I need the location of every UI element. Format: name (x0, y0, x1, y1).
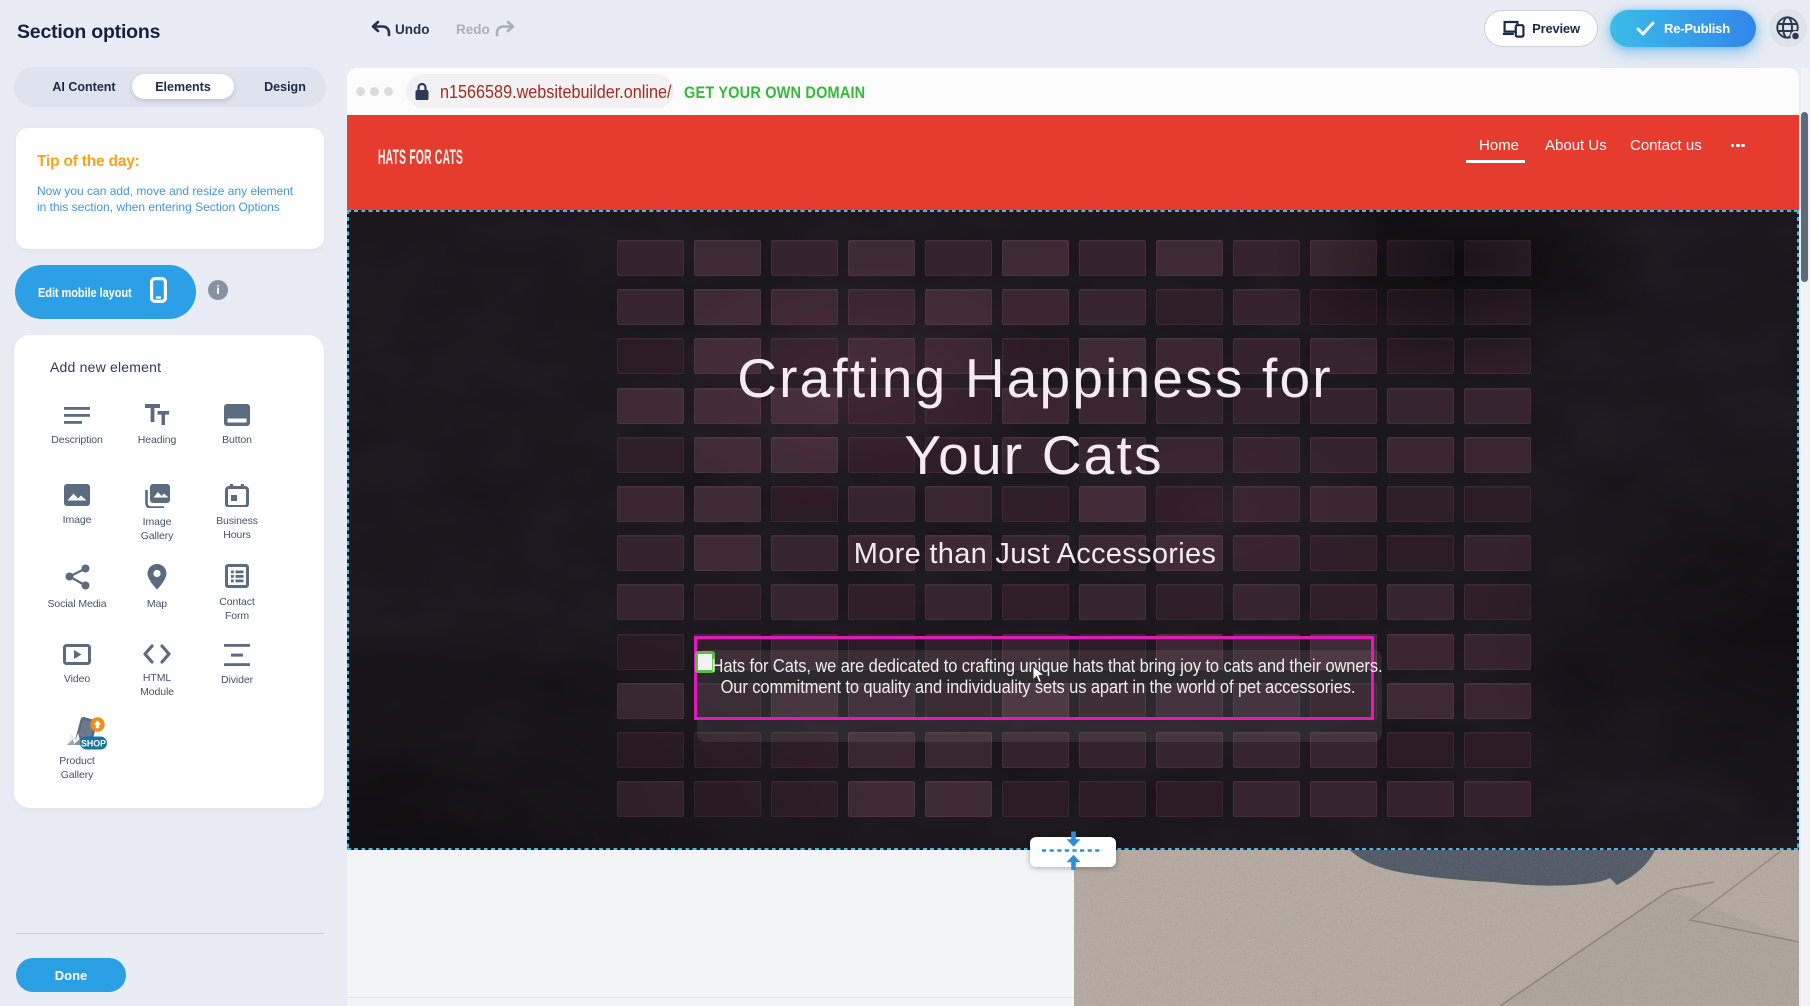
svg-text:SHOP: SHOP (81, 738, 106, 748)
